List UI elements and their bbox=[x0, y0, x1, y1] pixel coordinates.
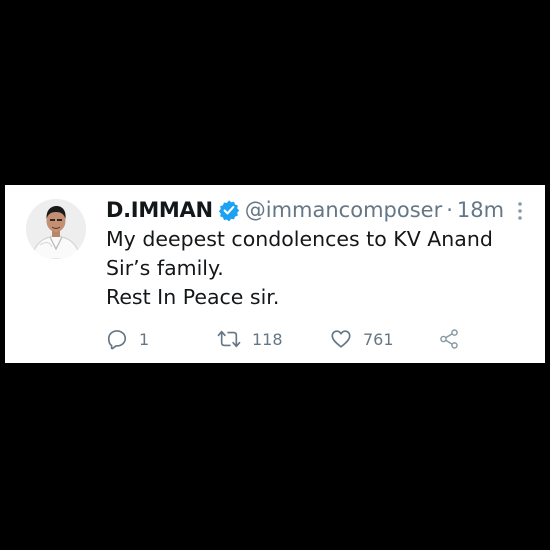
tweet-text-line: Sir’s family. bbox=[106, 256, 224, 280]
retweet-button[interactable]: 118 bbox=[217, 325, 283, 353]
tweet-header: D.IMMAN @immancomposer · 18m bbox=[106, 195, 504, 225]
retweet-icon bbox=[217, 328, 241, 350]
more-vertical-icon[interactable] bbox=[517, 201, 523, 221]
avatar-image bbox=[26, 199, 86, 259]
avatar[interactable] bbox=[26, 199, 86, 259]
display-name[interactable]: D.IMMAN bbox=[106, 198, 213, 222]
like-count: 761 bbox=[363, 329, 394, 349]
tweet-text-line: My deepest condolences to KV Anand bbox=[106, 227, 493, 251]
tweet-card[interactable]: D.IMMAN @immancomposer · 18m My deepest … bbox=[5, 185, 545, 363]
reply-button[interactable]: 1 bbox=[106, 325, 149, 353]
user-handle[interactable]: @immancomposer bbox=[245, 198, 442, 222]
reply-icon bbox=[106, 328, 128, 350]
header-separator: · bbox=[446, 198, 453, 222]
screenshot-frame: D.IMMAN @immancomposer · 18m My deepest … bbox=[0, 0, 550, 550]
heart-icon bbox=[330, 328, 352, 350]
retweet-count: 118 bbox=[252, 329, 283, 349]
like-button[interactable]: 761 bbox=[330, 325, 394, 353]
reply-count: 1 bbox=[139, 329, 150, 349]
share-icon bbox=[438, 328, 460, 350]
tweet-text-line: Rest In Peace sir. bbox=[106, 285, 280, 309]
verified-badge-icon bbox=[218, 199, 240, 222]
tweet-timestamp[interactable]: 18m bbox=[457, 198, 504, 222]
tweet-actions: 1 118 761 bbox=[106, 325, 526, 353]
share-button[interactable] bbox=[438, 325, 460, 353]
tweet-text: My deepest condolences to KV Anand Sir’s… bbox=[106, 225, 516, 312]
